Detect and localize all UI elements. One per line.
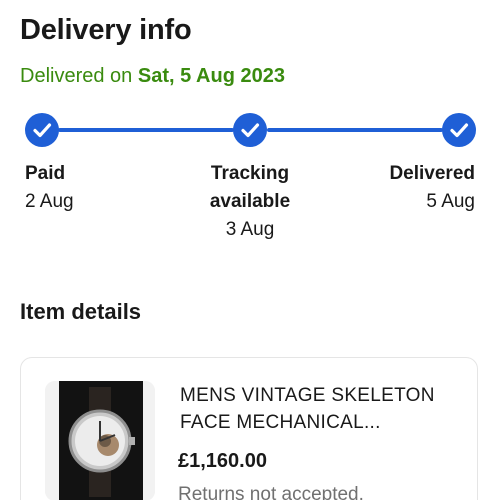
step-name: Delivered bbox=[389, 163, 475, 184]
page-title: Delivery info bbox=[20, 14, 192, 46]
step-name: Tracking available bbox=[209, 163, 291, 212]
item-price: £1,160.00 bbox=[178, 450, 267, 472]
delivery-info-page: Delivery info Delivered on Sat, 5 Aug 20… bbox=[0, 0, 500, 500]
step-name: Paid bbox=[25, 163, 66, 184]
step-delivered: Delivered 5 Aug bbox=[389, 160, 475, 216]
step-tracking-check-icon bbox=[233, 113, 267, 147]
delivery-status-prefix: Delivered on bbox=[20, 65, 133, 87]
progress-line-tracking-to-delivered bbox=[267, 128, 443, 132]
step-delivered-check-icon bbox=[442, 113, 476, 147]
step-tracking-available: Tracking available 3 Aug bbox=[180, 160, 320, 244]
step-paid: Paid 2 Aug bbox=[25, 160, 74, 216]
item-thumbnail[interactable] bbox=[45, 381, 155, 500]
item-returns-policy: Returns not accepted. bbox=[178, 484, 364, 500]
step-paid-check-icon bbox=[25, 113, 59, 147]
delivery-status-date: Sat, 5 Aug 2023 bbox=[137, 65, 285, 87]
step-date: 3 Aug bbox=[225, 219, 275, 240]
delivery-status: Delivered on Sat, 5 Aug 2023 bbox=[20, 65, 285, 88]
item-card[interactable]: MENS VINTAGE SKELETON FACE MECHANICAL...… bbox=[20, 357, 478, 500]
watch-thumbnail-image bbox=[45, 381, 155, 500]
progress-line-paid-to-tracking bbox=[58, 128, 234, 132]
delivery-progress-tracker bbox=[0, 113, 500, 147]
step-date: 2 Aug bbox=[25, 191, 74, 212]
step-date: 5 Aug bbox=[426, 191, 475, 212]
item-title[interactable]: MENS VINTAGE SKELETON FACE MECHANICAL... bbox=[180, 382, 460, 436]
item-details-heading: Item details bbox=[20, 299, 142, 324]
